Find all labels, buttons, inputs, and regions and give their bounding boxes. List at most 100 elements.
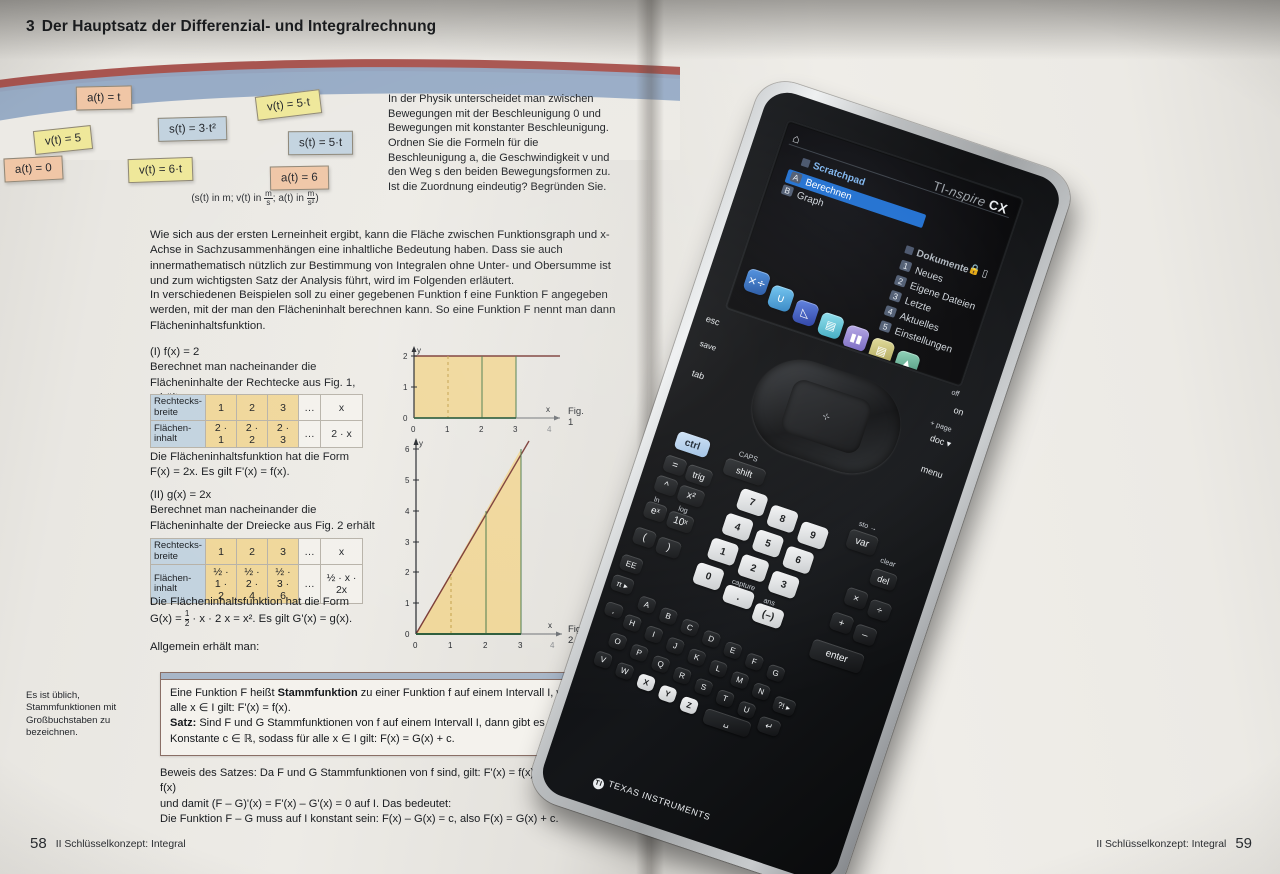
letter-D-key[interactable]: D (700, 629, 722, 649)
figure-2-chart: y x 6 5 4 3 2 1 0 0 1 2 3 4 (405, 438, 562, 650)
letter-V-key[interactable]: V (592, 649, 614, 670)
ee-key[interactable]: EE (618, 553, 645, 576)
digit-3-key[interactable]: 3 (766, 569, 801, 600)
question-key[interactable]: ?! ▸ (771, 695, 798, 718)
letter-O-key[interactable]: O (607, 631, 629, 652)
letter-K-key[interactable]: K (686, 647, 708, 668)
letter-B-key[interactable]: B (657, 606, 679, 627)
letter-Y-key[interactable]: Y (657, 684, 678, 704)
digit-0-key[interactable]: 0 (691, 561, 726, 592)
formula-card[interactable]: a(t) = 0 (3, 155, 64, 183)
touchpad[interactable]: ⊹ (739, 347, 913, 486)
lists-spreadsheet-app-icon[interactable]: ▤ (816, 311, 846, 341)
paren-open-key[interactable]: ( (631, 526, 658, 550)
digit-6-key[interactable]: 6 (781, 545, 816, 575)
esc-key[interactable]: esc (705, 314, 721, 328)
geometry-app-icon[interactable]: ◺ (790, 298, 821, 328)
calculate-app-icon[interactable]: ×÷ (742, 267, 772, 297)
satz-text: Sind F und G Stammfunktionen von f auf e… (170, 717, 569, 745)
letter-U-key[interactable]: U (736, 700, 757, 720)
paren-close-key[interactable]: ) (654, 535, 683, 560)
data-statistics-app-icon[interactable]: ▮▮ (841, 323, 871, 354)
plus-key[interactable]: + (828, 611, 855, 636)
ti-mark-icon: TI (591, 776, 606, 791)
cell: 2 (236, 393, 268, 422)
digit-4-key[interactable]: 4 (720, 512, 755, 542)
cell: 2 · x (320, 420, 363, 449)
letter-X-key[interactable]: X (635, 672, 657, 693)
letter-Q-key[interactable]: Q (650, 654, 672, 675)
letter-M-key[interactable]: M (729, 670, 751, 690)
letter-P-key[interactable]: P (628, 643, 650, 663)
svg-text:1: 1 (405, 599, 410, 608)
doc-key[interactable]: doc ▾ (929, 433, 953, 450)
formula-card[interactable]: a(t) = 6 (269, 165, 329, 191)
letter-J-key[interactable]: J (664, 636, 686, 656)
calculator-screen[interactable]: TI-nspire CX ⌂ Scratchpad A Berechnen B Gr… (728, 122, 1021, 385)
letter-H-key[interactable]: H (621, 613, 643, 633)
row-label: Rechtecks­breite (150, 537, 206, 566)
svg-text:y: y (419, 439, 423, 448)
letter-F-key[interactable]: F (743, 652, 765, 672)
letter-T-key[interactable]: T (714, 688, 736, 709)
letter-W-key[interactable]: W (614, 661, 635, 681)
letter-E-key[interactable]: E (722, 640, 744, 661)
letter-Z-key[interactable]: Z (678, 695, 700, 716)
footer-right: II Schlüsselkonzept: Integral 59 (1096, 835, 1252, 852)
letter-S-key[interactable]: S (693, 677, 715, 697)
divide-key[interactable]: ÷ (866, 598, 893, 623)
formula-card[interactable]: v(t) = 5 (32, 125, 94, 155)
paragraph-1: Wie sich aus der ersten Lerneinheit ergi… (150, 229, 611, 287)
formula-card[interactable]: s(t) = 5·t (287, 130, 354, 156)
trig-key[interactable]: trig (683, 463, 714, 488)
tab-key[interactable]: tab (691, 368, 706, 381)
page-number-right: 59 (1235, 835, 1252, 852)
comma-key[interactable]: , (603, 600, 625, 620)
svg-text:2: 2 (405, 568, 410, 577)
save-key[interactable]: save (699, 339, 718, 353)
digit-8-key[interactable]: 8 (765, 504, 800, 534)
ctrl-key[interactable]: ctrl (673, 430, 712, 459)
letter-C-key[interactable]: C (679, 617, 701, 638)
letter-G-key[interactable]: G (765, 663, 787, 684)
vernier-app-icon[interactable]: ▲ (892, 349, 922, 379)
svg-text:1: 1 (403, 383, 408, 392)
letter-L-key[interactable]: L (707, 658, 729, 679)
satz-label: Satz: (170, 717, 197, 730)
line: F(x) = 2x. Es gilt F'(x) = f(x). (150, 466, 290, 479)
formula-card[interactable]: a(t) = t (75, 85, 132, 111)
equals-key[interactable]: = (661, 453, 689, 478)
times-key[interactable]: × (842, 586, 870, 611)
formula-card[interactable]: s(t) = 3·t² (157, 116, 228, 142)
enter-key[interactable]: enter (807, 638, 866, 675)
digit-9-key[interactable]: 9 (796, 520, 830, 551)
touchpad-center-button[interactable]: ⊹ (778, 376, 875, 457)
letter-I-key[interactable]: I (643, 624, 665, 645)
formula-card[interactable]: v(t) = 5·t (254, 89, 323, 121)
return-key[interactable]: ↵ (756, 715, 782, 738)
negate-key[interactable]: (–) (750, 602, 786, 630)
notes-app-icon[interactable]: ▤ (866, 336, 896, 366)
line: Die Flächeninhaltsfunktion hat die Form (150, 596, 350, 608)
ten-x-key[interactable]: 10ˣ (665, 509, 696, 535)
del-key[interactable]: del (868, 567, 899, 592)
menu-key[interactable]: menu (920, 464, 945, 481)
formula-card[interactable]: v(t) = 6·t (127, 156, 194, 184)
cell: 2 · 3 (267, 420, 299, 449)
pi-key[interactable]: π ▸ (609, 573, 636, 596)
on-key[interactable]: on (952, 405, 965, 418)
letter-N-key[interactable]: N (750, 681, 772, 702)
graph-app-icon[interactable]: ∪ (766, 283, 796, 314)
letter-R-key[interactable]: R (671, 665, 693, 686)
figure-2-left: y x 654 321 0 012 34 Fig. 2 (400, 432, 584, 659)
digit-1-key[interactable]: 1 (706, 536, 740, 567)
definition-box-bar (161, 673, 611, 680)
digit-7-key[interactable]: 7 (735, 487, 769, 518)
ex-key[interactable]: eˣ (642, 500, 669, 524)
digit-5-key[interactable]: 5 (751, 528, 785, 559)
minus-key[interactable]: – (851, 623, 879, 648)
letter-A-key[interactable]: A (636, 594, 658, 615)
example-2-heading: (II) g(x) = 2x (150, 489, 212, 501)
shift-key[interactable]: shift (721, 457, 768, 487)
cell: 2 · 1 (205, 420, 237, 449)
